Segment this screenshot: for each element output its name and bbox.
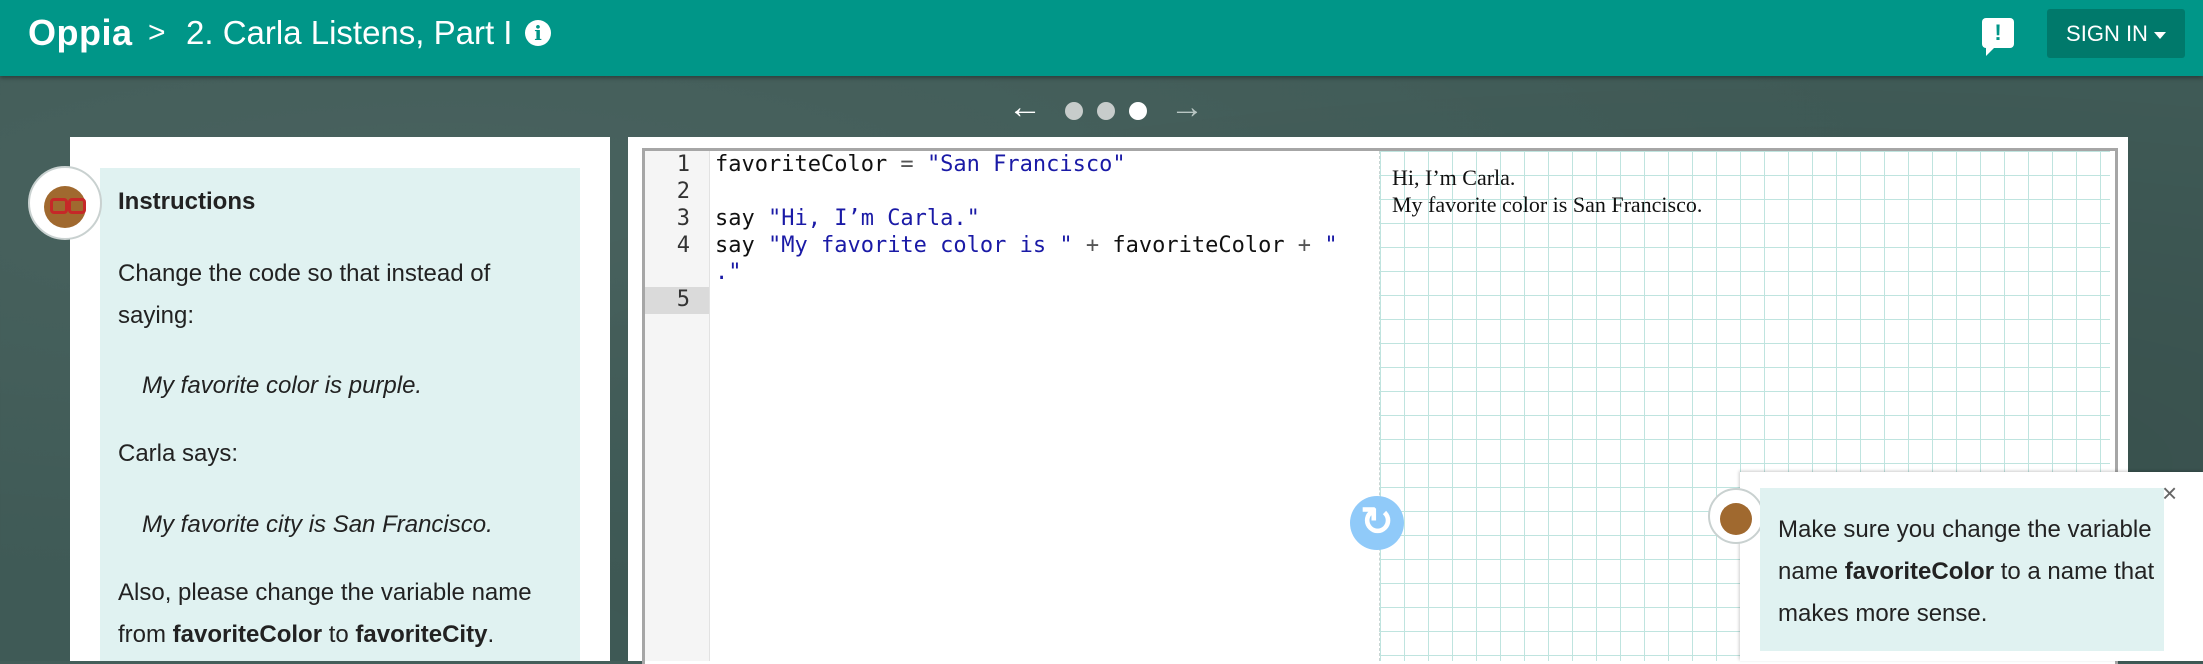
quote-original: My favorite color is purple.: [142, 372, 423, 399]
hint-text-3: makes more sense.: [1778, 600, 1988, 627]
line-number: 2: [676, 179, 690, 204]
next-card-arrow-icon: →: [1170, 88, 1204, 126]
otter-face-icon: [1720, 503, 1752, 535]
instruction-text-2: Carla says:: [118, 440, 239, 467]
lesson-title: 2. Carla Listens, Part I: [186, 14, 513, 51]
chevron-down-icon: [2153, 31, 2166, 39]
breadcrumb-separator: >: [148, 16, 166, 49]
run-code-reload-icon[interactable]: ↻: [1350, 496, 1404, 550]
instruction-text-1b: saying:: [118, 302, 195, 329]
hint-tutor-avatar: [1708, 488, 1764, 544]
progress-dot-2[interactable]: [1097, 102, 1115, 120]
progress-dot-3-active: [1129, 102, 1147, 120]
glasses-icon: [50, 198, 68, 214]
top-navbar: Oppia > 2. Carla Listens, Part I i ! SIG…: [0, 0, 2203, 76]
info-icon[interactable]: i: [525, 20, 551, 46]
quote-target: My favorite city is San Francisco.: [142, 511, 493, 538]
instruction-text-3a: Also, please change the variable name: [118, 579, 532, 606]
var-name-old: favoriteColor: [172, 621, 323, 648]
progress-dot-1[interactable]: [1065, 102, 1083, 120]
line-number: 5: [676, 287, 690, 312]
output-line-2: My favorite color is San Francisco.: [1392, 192, 1703, 217]
sign-in-label: SIGN IN: [2066, 21, 2148, 46]
instruction-text-3b: from favoriteColor to favoriteCity.: [118, 621, 495, 648]
sign-in-button[interactable]: SIGN IN: [2047, 9, 2185, 58]
close-icon[interactable]: ×: [2162, 478, 2177, 509]
code-line-4-wrap[interactable]: .": [715, 260, 742, 285]
hint-text-2: name favoriteColor to a name that: [1778, 558, 2155, 585]
tutor-avatar: [28, 166, 102, 240]
line-number: 4: [676, 233, 690, 258]
instructions-heading: Instructions: [118, 188, 256, 215]
feedback-icon[interactable]: !: [1982, 18, 2014, 56]
oppia-logo[interactable]: Oppia: [28, 12, 133, 54]
var-name-new: favoriteCity: [355, 621, 488, 648]
hint-text-1: Make sure you change the variable: [1778, 516, 2152, 543]
code-line-4[interactable]: say "My favorite color is " + favoriteCo…: [715, 233, 1338, 258]
line-number: 1: [676, 152, 690, 177]
instruction-text-1a: Change the code so that instead of: [118, 260, 491, 287]
code-line-1[interactable]: favoriteColor = "San Francisco": [715, 152, 1126, 177]
line-number: 3: [676, 206, 690, 231]
previous-card-arrow-icon[interactable]: ←: [1008, 88, 1042, 127]
code-line-3[interactable]: say "Hi, I’m Carla.": [715, 206, 980, 231]
output-line-1: Hi, I’m Carla.: [1392, 165, 1516, 190]
